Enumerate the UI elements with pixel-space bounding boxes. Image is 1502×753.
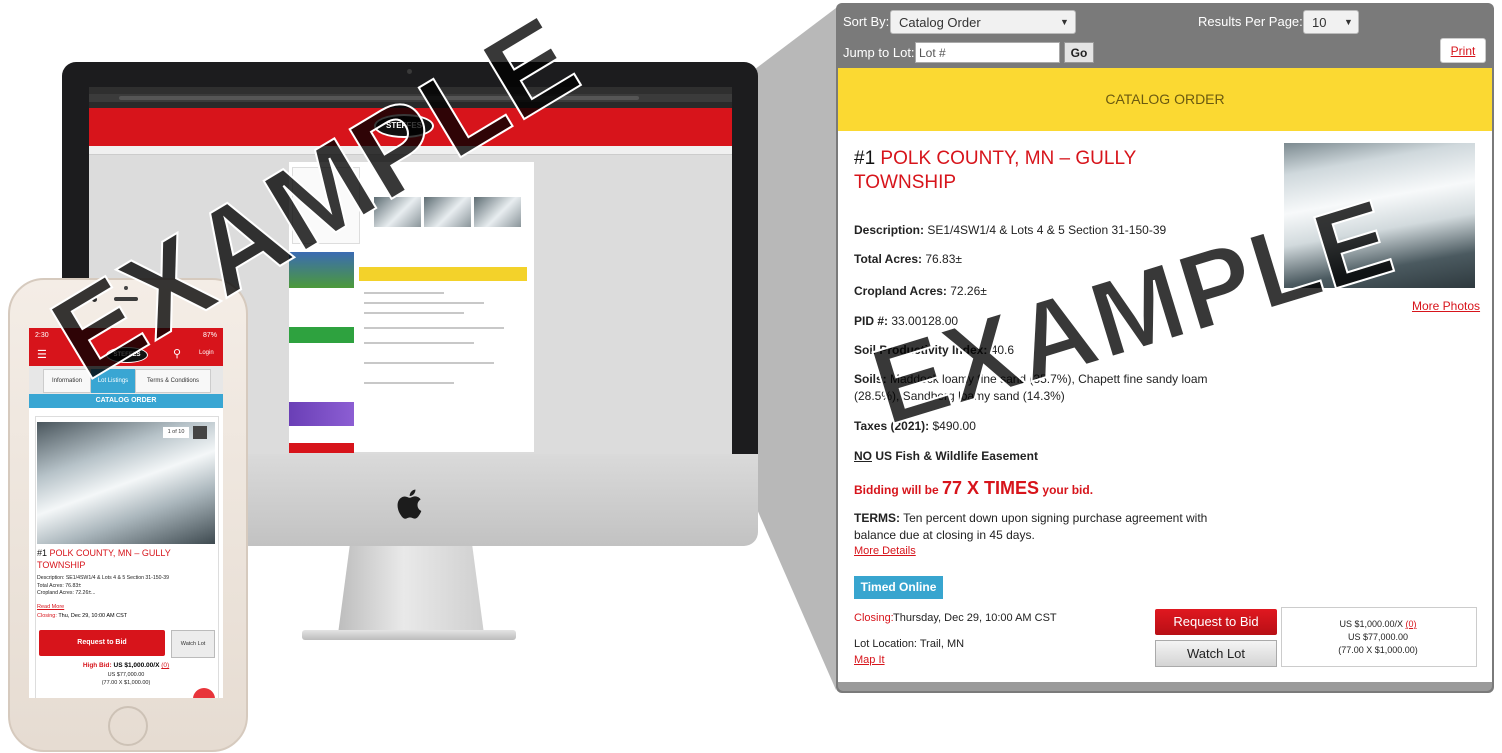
easement-field: NO US Fish & Wildlife Easement [854, 448, 1214, 465]
chevron-down-icon: ▼ [1344, 17, 1353, 27]
site-promo-map [289, 402, 354, 426]
text-line [364, 302, 484, 304]
text-line [364, 342, 474, 344]
bid-formula: (77.00 X $1,000.00) [1338, 645, 1418, 655]
phone-cropland: Cropland Acres: 72.26±... [37, 590, 96, 597]
high-bid-link[interactable]: (0) [161, 662, 169, 669]
bid-count-link[interactable]: (0) [1406, 619, 1417, 629]
phone-closing-value: Thu, Dec 29, 10:00 AM CST [58, 613, 128, 619]
phone-request-to-bid-button[interactable]: Request to Bid [39, 630, 165, 656]
login-link[interactable]: Login [199, 350, 214, 356]
jump-to-lot-label: Jump to Lot: [843, 45, 915, 60]
status-time: 2:30 [35, 332, 49, 339]
home-button[interactable] [108, 706, 148, 746]
description-label: Description: [854, 223, 925, 237]
phone-closing-label: Closing: [37, 613, 57, 619]
bid-increment-value: US $1,000.00/X [1339, 619, 1404, 629]
bidding-suffix: your bid. [1042, 483, 1094, 497]
read-more-link[interactable]: Read More [37, 604, 64, 610]
text-line [364, 362, 494, 364]
map-it-link[interactable]: Map It [854, 654, 885, 666]
bidding-multiplier: 77 X TIMES [942, 478, 1040, 498]
lot-title[interactable]: #1 POLK COUNTY, MN – GULLY TOWNSHIP [854, 147, 1154, 195]
text-line [364, 382, 454, 384]
description-value: SE1/4SW1/4 & Lots 4 & 5 Section 31-150-3… [927, 223, 1167, 237]
phone-lot-photo[interactable] [37, 422, 215, 544]
text-line [364, 312, 464, 314]
bid-total: US $77,000.00 [1347, 632, 1409, 642]
lot-name: POLK COUNTY, MN – GULLY TOWNSHIP [854, 148, 1136, 193]
text-line [364, 327, 504, 329]
more-details-link[interactable]: More Details [854, 545, 916, 557]
phone-watch-lot-button[interactable]: Watch Lot [171, 630, 215, 658]
text-line [364, 292, 444, 294]
bid-button-mini[interactable] [289, 443, 354, 453]
imac-base [302, 630, 516, 640]
request-to-bid-button[interactable]: Request to Bid [1155, 609, 1277, 635]
phone-high-bid-detail: US $77,000.00 (77.00 X $1,000.00) [37, 671, 215, 687]
sort-by-select[interactable]: Catalog Order [890, 10, 1076, 34]
high-bid-label: High Bid: [82, 662, 112, 669]
phone-catalog-banner: CATALOG ORDER [29, 394, 223, 408]
bidding-prefix: Bidding will be [854, 483, 939, 497]
hamburger-menu-icon[interactable]: ☰ [37, 349, 49, 361]
phone-lot-title[interactable]: #1 POLK COUNTY, MN – GULLY TOWNSHIP [37, 547, 217, 571]
closing-value: Thursday, Dec 29, 10:00 AM CST [893, 612, 1057, 624]
imac-stand [338, 546, 484, 634]
gallery-grid-icon[interactable] [193, 426, 207, 439]
easement-text: US Fish & Wildlife Easement [875, 449, 1038, 463]
go-button[interactable]: Go [1064, 42, 1094, 63]
sort-by-label: Sort By: [843, 14, 890, 29]
bidding-multiplier-note: Bidding will be 77 X TIMES your bid. [854, 478, 1093, 499]
high-bid-formula: (77.00 X $1,000.00) [101, 680, 151, 686]
phone-lot-name: POLK COUNTY, MN – GULLY TOWNSHIP [37, 548, 171, 570]
phone-closing: Closing: Thu, Dec 29, 10:00 AM CST [37, 613, 127, 619]
terms-label: TERMS: [854, 511, 900, 525]
lot-number: #1 [854, 148, 876, 169]
timed-online-badge: Timed Online [854, 576, 943, 599]
chevron-down-icon: ▼ [1060, 17, 1069, 27]
catalog-banner-mini [359, 267, 527, 281]
watch-lot-button[interactable]: Watch Lot [1155, 640, 1277, 667]
bid-increment: US $1,000.00/X (0) [1281, 619, 1475, 629]
catalog-order-banner: CATALOG ORDER [838, 68, 1492, 131]
results-per-page-label: Results Per Page: [1198, 14, 1303, 29]
phone-lot-details: Description: SE1/4SW1/4 & Lots 4 & 5 Sec… [37, 575, 217, 598]
easement-no: NO [854, 449, 872, 463]
apple-logo-icon [397, 489, 422, 519]
register-button-mini[interactable] [289, 327, 354, 343]
more-photos-link[interactable]: More Photos [1412, 299, 1480, 313]
jump-to-lot-input[interactable]: Lot # [915, 42, 1060, 63]
high-bid-total: US $77,000.00 [107, 672, 145, 678]
terms-field: TERMS: Ten percent down upon signing pur… [854, 510, 1214, 544]
phone-total-acres: Total Acres: 76.83± [37, 582, 82, 589]
lot-location: Lot Location: Trail, MN [854, 638, 965, 650]
cropland-acres-label: Cropland Acres: [854, 284, 947, 298]
phone-high-bid: High Bid: US $1,000.00/X (0) [37, 662, 215, 669]
total-acres-value: 76.83± [925, 252, 962, 266]
phone-description: Description: SE1/4SW1/4 & Lots 4 & 5 Sec… [37, 575, 170, 581]
phone-lot-number: #1 [37, 548, 48, 558]
closing-label: Closing: [854, 612, 894, 624]
total-acres-label: Total Acres: [854, 252, 923, 266]
zoom-panel-footer [838, 682, 1492, 691]
high-bid-value: US $1,000.00/X [113, 662, 160, 669]
terms-value: Ten percent down upon signing purchase a… [854, 511, 1208, 542]
auction-thumbnail[interactable] [474, 197, 521, 227]
photo-counter: 1 of 10 [163, 427, 189, 438]
print-button[interactable]: Print [1440, 38, 1486, 63]
